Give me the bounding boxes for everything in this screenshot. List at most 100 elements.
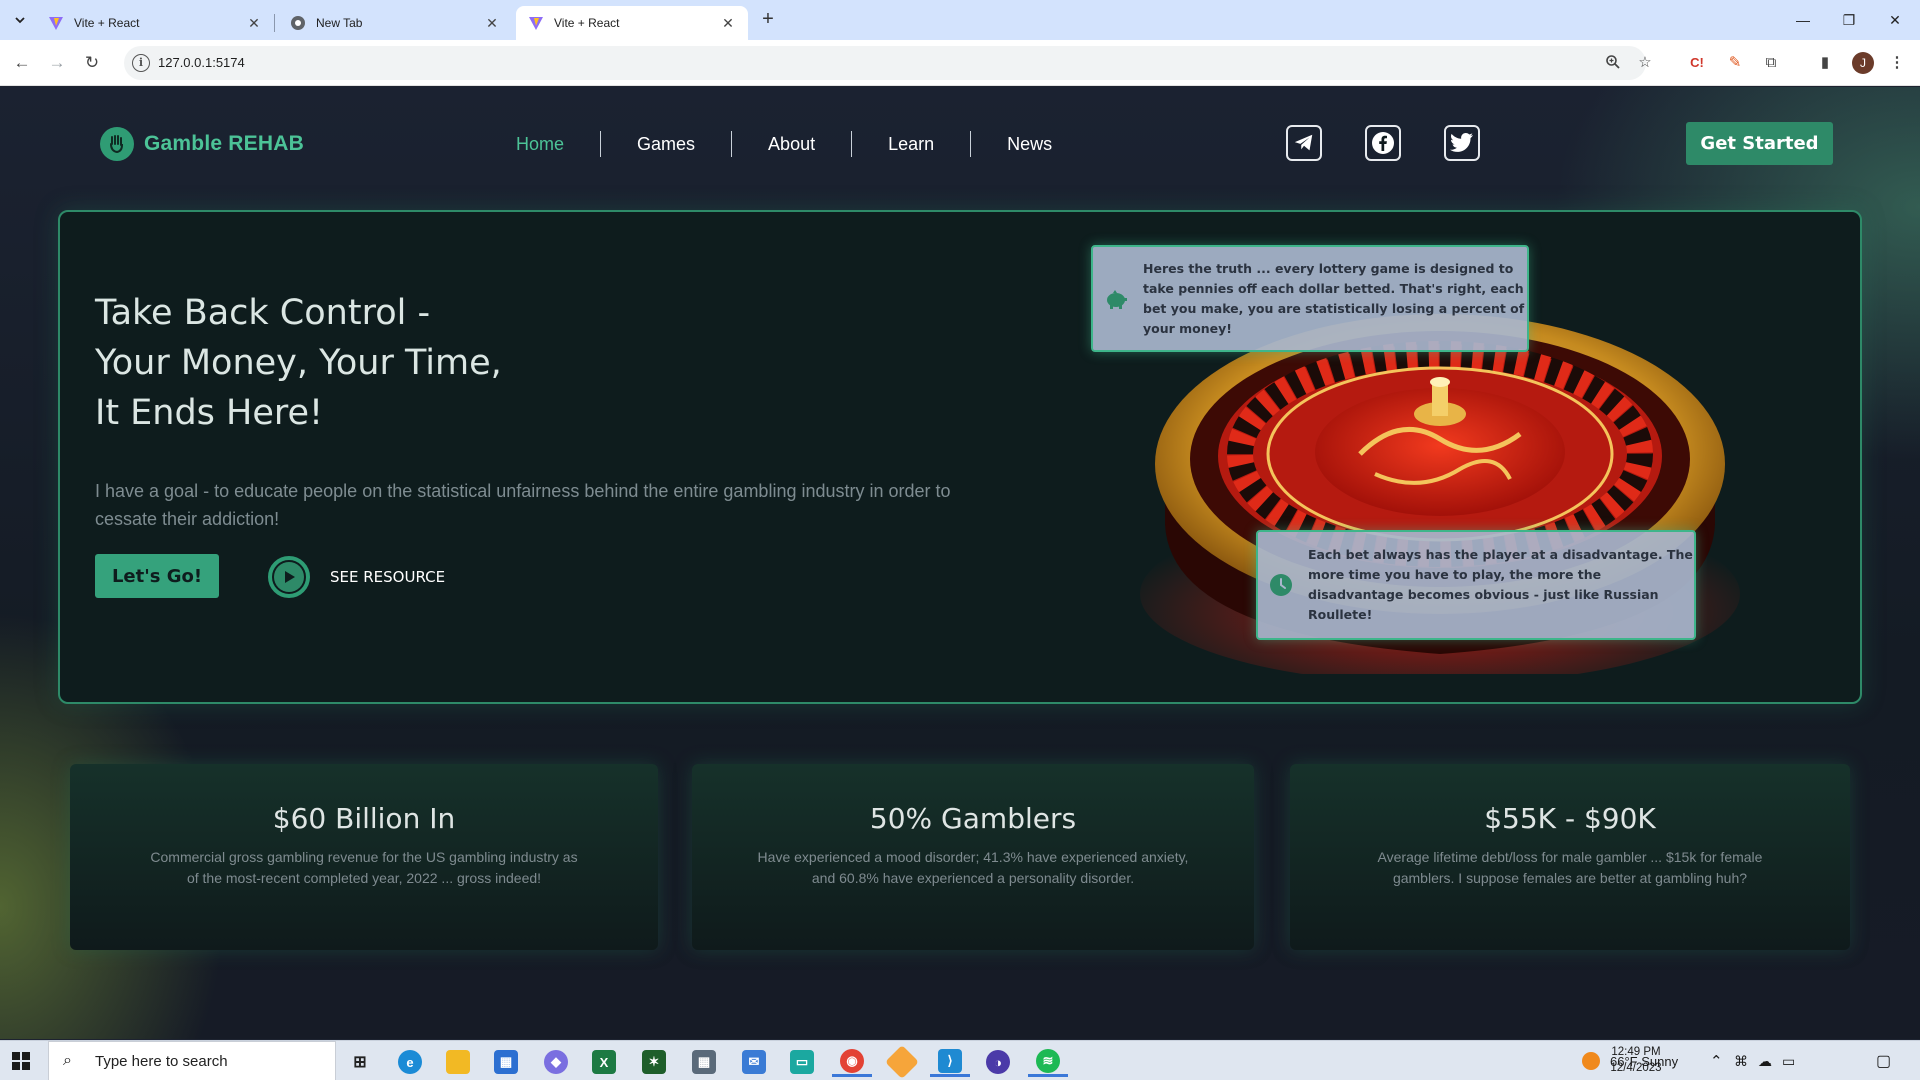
zoom-icon[interactable] (1604, 54, 1622, 72)
excel-icon[interactable]: X (584, 1047, 624, 1077)
mail-icon[interactable]: ✉ (734, 1047, 774, 1077)
edge-icon[interactable]: e (390, 1047, 430, 1077)
stat-card: $55K - $90K Average lifetime debt/loss f… (1290, 764, 1850, 950)
minimize-button[interactable]: — (1780, 8, 1826, 32)
site-info-icon[interactable]: i (132, 54, 150, 72)
taskbar-search-placeholder: Type here to search (95, 1052, 228, 1070)
system-clock[interactable]: 12:49 PM 12/4/2023 (1606, 1044, 1666, 1076)
game-icon[interactable]: ✶ (634, 1047, 674, 1077)
back-arrow-icon[interactable]: ← (10, 51, 34, 75)
spotify-icon[interactable]: ≋ (1028, 1047, 1068, 1077)
telegram-icon (1294, 134, 1313, 151)
windows-taskbar: ⌕ Type here to search ⊞ e ▦ ◆ X ✶ ▦ ✉ ▭ … (0, 1040, 1920, 1080)
main-nav: Home Games About Learn News (516, 131, 1052, 157)
chrome-taskbar-icon[interactable]: ◉ (832, 1047, 872, 1077)
nav-games[interactable]: Games (637, 134, 695, 155)
twitter-icon (1450, 133, 1473, 152)
info-popup-top: Heres the truth ... every lottery game i… (1091, 245, 1529, 352)
lets-go-button[interactable]: Let's Go! (95, 554, 219, 598)
stat-title: 50% Gamblers (869, 802, 1077, 835)
extension-icon[interactable]: C! (1686, 52, 1708, 74)
extensions-puzzle-icon[interactable]: ⧉ (1760, 52, 1782, 74)
play-button[interactable] (268, 556, 310, 598)
network-icon[interactable]: ⌘ (1734, 1041, 1748, 1080)
url-text[interactable]: 127.0.0.1:5174 (158, 55, 245, 70)
hero-title-line: It Ends Here! (95, 393, 324, 433)
store-icon[interactable]: ▦ (486, 1047, 526, 1077)
hero-description: I have a goal - to educate people on the… (95, 481, 951, 529)
side-panel-icon[interactable]: ▮ (1814, 52, 1836, 74)
design-app-icon[interactable] (882, 1045, 922, 1079)
tray-chevron-icon[interactable]: ⌃ (1710, 1041, 1723, 1080)
site-logo[interactable]: Gamble REHAB (100, 127, 304, 161)
nav-home[interactable]: Home (516, 134, 564, 155)
stat-description: Have experienced a mood disorder; 41.3% … (757, 849, 1189, 886)
tab-divider (274, 14, 275, 32)
file-explorer-icon[interactable] (438, 1047, 478, 1077)
display-icon[interactable]: ▭ (1782, 1041, 1795, 1080)
info-popup-text: Heres the truth ... every lottery game i… (1143, 260, 1525, 336)
notifications-icon[interactable]: ▢ (1876, 1041, 1891, 1080)
facebook-icon (1372, 132, 1394, 154)
brand-logo-icon (100, 127, 134, 161)
forward-arrow-icon[interactable]: → (45, 51, 69, 75)
profile-avatar[interactable]: J (1852, 52, 1874, 74)
cloud-icon[interactable]: ☁ (1758, 1041, 1772, 1080)
nav-divider (851, 131, 853, 157)
see-resource-link[interactable]: SEE RESOURCE (330, 568, 445, 586)
color-picker-icon[interactable]: ✎ (1724, 52, 1746, 74)
stat-description: Average lifetime debt/loss for male gamb… (1377, 849, 1763, 886)
info-popup-bottom: Each bet always has the player at a disa… (1256, 530, 1696, 640)
copilot-icon[interactable]: ◆ (536, 1047, 576, 1077)
nav-learn[interactable]: Learn (888, 134, 934, 155)
brand-name: Gamble REHAB (144, 132, 304, 155)
hero-title-line: Take Back Control - (95, 293, 431, 333)
twitter-button[interactable] (1444, 125, 1480, 161)
search-icon: ⌕ (63, 1052, 72, 1069)
nav-about[interactable]: About (768, 134, 815, 155)
stat-description: Commercial gross gambling revenue for th… (150, 849, 578, 886)
telegram-button[interactable] (1286, 125, 1322, 161)
nav-divider (600, 131, 602, 157)
browser-tab[interactable]: Vite + React ✕ (36, 6, 274, 40)
info-popup-text: Each bet always has the player at a disa… (1308, 547, 1693, 622)
get-started-button[interactable]: Get Started (1686, 122, 1833, 165)
tab-label: Vite + React (554, 16, 620, 30)
tab-search-button[interactable] (8, 8, 32, 32)
window-close-button[interactable]: ✕ (1872, 8, 1918, 32)
web-page: Gamble REHAB Home Games About Learn News… (0, 87, 1920, 1039)
new-tab-button[interactable]: + (756, 8, 780, 32)
nav-divider (970, 131, 972, 157)
stat-title: $55K - $90K (1484, 802, 1656, 835)
nav-divider (731, 131, 733, 157)
close-icon[interactable]: ✕ (720, 15, 736, 31)
omnibox[interactable]: i 127.0.0.1:5174 ☆ (124, 46, 1652, 80)
vite-icon (529, 17, 543, 30)
chrome-icon (291, 16, 305, 30)
facebook-button[interactable] (1365, 125, 1401, 161)
nav-news[interactable]: News (1007, 134, 1052, 155)
clock-icon (1268, 572, 1294, 598)
reload-icon[interactable]: ↻ (80, 51, 104, 75)
stat-title: $60 Billion In (272, 802, 456, 835)
kebab-menu-icon[interactable]: ⋮ (1886, 52, 1908, 74)
close-icon[interactable]: ✕ (484, 15, 500, 31)
calculator-icon[interactable]: ▦ (684, 1047, 724, 1077)
browser-tab-strip: Vite + React ✕ New Tab ✕ Vite + React ✕ … (0, 0, 1920, 40)
windows-start-icon[interactable] (12, 1052, 30, 1070)
browser-tab-active[interactable]: Vite + React ✕ (516, 6, 748, 40)
stat-card: 50% Gamblers Have experienced a mood dis… (692, 764, 1254, 950)
browser-tab[interactable]: New Tab ✕ (278, 6, 512, 40)
vscode-icon[interactable]: ⟩ (930, 1047, 970, 1077)
bookmark-star-icon[interactable]: ☆ (1636, 54, 1654, 72)
hero-title-line: Your Money, Your Time, (95, 343, 502, 383)
terminal-icon[interactable]: ▭ (782, 1047, 822, 1077)
close-icon[interactable]: ✕ (246, 15, 262, 31)
tab-label: New Tab (316, 16, 363, 30)
taskbar-search-box[interactable]: ⌕ Type here to search (48, 1041, 336, 1080)
task-view-icon[interactable]: ⊞ (340, 1047, 380, 1077)
restore-button[interactable]: ❐ (1826, 8, 1872, 32)
stat-card: $60 Billion In Commercial gross gambling… (70, 764, 658, 950)
browser-icon[interactable]: ◑ (978, 1047, 1018, 1077)
play-icon (274, 562, 304, 592)
